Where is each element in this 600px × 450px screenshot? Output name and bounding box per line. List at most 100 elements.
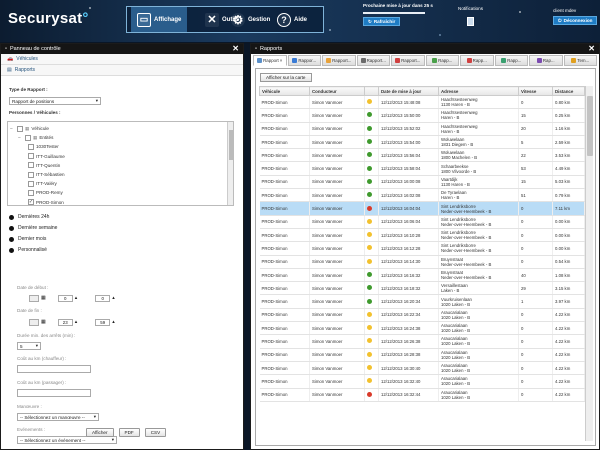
table-row[interactable]: PROD-Simon Simon Vanmoer 12/12/2013 16:26:…	[259, 334, 585, 349]
table-row[interactable]: PROD-Simon Simon Vanmoer 12/12/2013 15:56:…	[259, 148, 585, 163]
tree-checkbox[interactable]	[17, 125, 23, 132]
period-radio[interactable]: Dernières 24h	[9, 213, 49, 221]
nav-aide-button[interactable]: ? Aide	[277, 7, 307, 32]
table-row[interactable]: PROD-Simon Simon Vanmoer 12/12/2013 16:32:…	[259, 374, 585, 389]
table-row[interactable]: PROD-Simon Simon Vanmoer 12/12/2013 16:10:…	[259, 228, 585, 243]
csv-button[interactable]: CSV	[144, 428, 167, 437]
tree-item[interactable]: − ▦ Véhicule	[10, 124, 49, 133]
radio-dot[interactable]	[9, 225, 14, 231]
refresh-button[interactable]: ↻ Rafraîchir	[363, 17, 401, 26]
tree-item[interactable]: ITT-Valéry	[28, 179, 57, 188]
close-tab-icon[interactable]: ×	[280, 58, 283, 63]
logout-button[interactable]: ⏻ Déconnexion	[553, 16, 598, 25]
section-reports[interactable]: ▤ Rapports	[1, 65, 243, 76]
end-hour-input[interactable]: 23	[57, 318, 73, 326]
start-min-input[interactable]: 0	[95, 294, 111, 302]
tree-item[interactable]: ITT-Guillaume	[28, 152, 65, 161]
cost-km-passenger-input[interactable]	[17, 389, 91, 397]
calendar-icon[interactable]: ▦	[41, 295, 46, 301]
nav-gestion-button[interactable]: ⚙ Gestion	[231, 7, 270, 32]
show-on-map-button[interactable]: Afficher sur la carte	[260, 73, 312, 82]
table-row[interactable]: PROD-Simon Simon Vanmoer 12/12/2013 15:48:…	[259, 95, 585, 110]
report-tab[interactable]: Rapport ×	[253, 55, 287, 66]
nav-affichage-button[interactable]: ▭ Affichage	[131, 7, 188, 32]
tree-item[interactable]: ITT-Sébastien	[28, 170, 65, 179]
pdf-button[interactable]: PDF	[118, 428, 140, 437]
tree-checkbox[interactable]	[28, 180, 34, 187]
end-min-input[interactable]: 59	[95, 318, 111, 326]
date-start-input[interactable]	[29, 294, 39, 302]
tree-checkbox[interactable]	[25, 134, 31, 141]
tree-checkbox[interactable]	[28, 143, 34, 150]
table-row[interactable]: PROD-Simon Simon Vanmoer 12/12/2013 16:00:…	[259, 175, 585, 190]
table-row[interactable]: PROD-Simon Simon Vanmoer 12/12/2013 16:24:…	[259, 321, 585, 336]
collapse-icon[interactable]: −	[10, 126, 15, 132]
cost-km-input[interactable]	[17, 365, 91, 373]
table-row[interactable]: PROD-Simon Simon Vanmoer 12/12/2013 15:58:…	[259, 161, 585, 176]
column-header[interactable]: Véhicule	[259, 86, 310, 96]
report-tab[interactable]: Rappor...	[287, 55, 321, 66]
report-tab[interactable]: Rapp...	[494, 55, 528, 66]
start-hour-input[interactable]: 0	[57, 294, 73, 302]
table-row[interactable]: PROD-Simon Simon Vanmoer 12/12/2013 16:04:…	[259, 201, 585, 216]
report-type-select[interactable]: Rapport de positions ▾	[9, 97, 101, 105]
show-button[interactable]: Afficher	[86, 428, 114, 437]
table-row[interactable]: PROD-Simon Simon Vanmoer 12/12/2013 16:20:…	[259, 294, 585, 309]
table-row[interactable]: PROD-Simon Simon Vanmoer 12/12/2013 15:54:…	[259, 135, 585, 150]
report-tab[interactable]: Tem...	[563, 55, 597, 66]
calendar-icon[interactable]: ▦	[41, 319, 46, 325]
radio-dot[interactable]	[9, 247, 14, 253]
table-row[interactable]: PROD-Simon Simon Vanmoer 12/12/2013 15:52:…	[259, 122, 585, 136]
close-icon[interactable]: ✕	[588, 44, 595, 54]
period-radio[interactable]: Personnalisé	[9, 246, 47, 254]
tree-checkbox[interactable]	[28, 189, 34, 196]
tree-checkbox[interactable]	[28, 153, 34, 160]
events-select[interactable]: -- Sélectionnez un événement -- ▾	[17, 436, 117, 444]
tree-checkbox[interactable]	[28, 162, 34, 169]
column-header[interactable]: Adresse	[438, 86, 519, 96]
table-row[interactable]: PROD-Simon Simon Vanmoer 12/12/2013 16:12:…	[259, 241, 585, 256]
table-row[interactable]: PROD-Simon Simon Vanmoer 12/12/2013 16:02:…	[259, 188, 585, 203]
tree-item[interactable]: 1030Tester	[28, 142, 59, 151]
table-row[interactable]: PROD-Simon Simon Vanmoer 12/12/2013 16:18:…	[259, 281, 585, 296]
date-end-field[interactable]: ▦ 23 ▴ 59 ▴	[29, 318, 115, 326]
tree-item[interactable]: PROD-Remy	[28, 188, 63, 197]
table-row[interactable]: PROD-Simon Simon Vanmoer 12/12/2013 16:30:…	[259, 361, 585, 376]
table-row[interactable]: PROD-Simon Simon Vanmoer 12/12/2013 15:50:…	[259, 108, 585, 123]
report-tab[interactable]: Rap...	[529, 55, 563, 66]
radio-dot[interactable]	[9, 236, 14, 242]
column-header[interactable]: Distance	[552, 86, 585, 96]
tree-item[interactable]: ITT-Quentin	[28, 161, 60, 170]
tree-item[interactable]: − ▦ Entités	[18, 133, 53, 142]
table-row[interactable]: PROD-Simon Simon Vanmoer 12/12/2013 16:06:…	[259, 215, 585, 229]
table-row[interactable]: PROD-Simon Simon Vanmoer 12/12/2013 16:22:…	[259, 308, 585, 323]
table-row[interactable]: PROD-Simon Simon Vanmoer 12/12/2013 16:28:…	[259, 348, 585, 362]
column-header[interactable]: Vitesse	[518, 86, 553, 96]
report-tab[interactable]: Rapp...	[460, 55, 494, 66]
notifications[interactable]: Notifications	[458, 6, 483, 26]
tree-checkbox[interactable]: ✓	[28, 199, 34, 205]
date-end-input[interactable]	[29, 318, 39, 326]
period-radio[interactable]: Dernier mois	[9, 235, 46, 243]
tree-item[interactable]: ✓ PROD-Simon	[28, 198, 64, 205]
report-tab[interactable]: Rapp...	[425, 55, 459, 66]
column-header[interactable]: Date de mise à jour	[378, 86, 439, 96]
min-duration-select[interactable]: 5 ▾	[17, 342, 41, 350]
tree-checkbox[interactable]	[28, 171, 34, 178]
table-row[interactable]: PROD-Simon Simon Vanmoer 12/12/2013 16:32:…	[259, 388, 585, 402]
manoeuvre-select[interactable]: -- Sélectionnez un manœuvre -- ▾	[17, 413, 99, 421]
radio-dot[interactable]	[9, 214, 14, 220]
column-header[interactable]	[364, 86, 379, 96]
report-tab[interactable]: Rapport...	[356, 55, 390, 66]
table-row[interactable]: PROD-Simon Simon Vanmoer 12/12/2013 16:16:…	[259, 268, 585, 283]
close-icon[interactable]: ✕	[232, 44, 239, 54]
period-radio[interactable]: Dernière semaine	[9, 224, 57, 232]
report-tab[interactable]: Rapport...	[322, 55, 356, 66]
tree-scrollbar[interactable]	[227, 122, 233, 205]
column-header[interactable]: Conducteur	[309, 86, 365, 96]
date-start-field[interactable]: ▦ 0 ▴ 0 ▴	[29, 294, 115, 302]
section-vehicles[interactable]: 🚗 Véhicules	[1, 54, 243, 65]
collapse-icon[interactable]: −	[18, 135, 23, 141]
table-scrollbar[interactable]	[585, 86, 593, 441]
report-tab[interactable]: Rapport...	[391, 55, 425, 66]
